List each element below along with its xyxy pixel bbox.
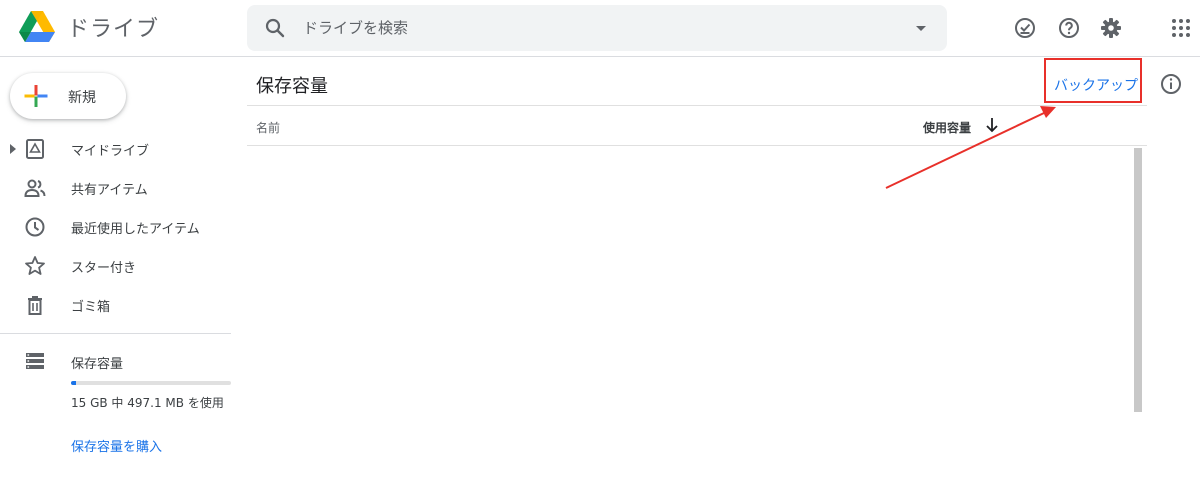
- new-button-label: 新規: [68, 90, 96, 106]
- help-icon[interactable]: [1057, 16, 1081, 40]
- sidebar-item-label: マイドライブ: [71, 144, 150, 159]
- expand-arrow-icon[interactable]: [9, 144, 17, 154]
- settings-gear-icon[interactable]: [1099, 16, 1123, 40]
- info-icon[interactable]: [1159, 72, 1183, 96]
- colorful-plus-icon: [24, 85, 48, 107]
- sidebar-item-starred[interactable]: スター付き: [0, 248, 231, 284]
- drive-logo-icon[interactable]: [18, 10, 56, 44]
- sidebar-item-label: 共有アイテム: [71, 183, 148, 198]
- people-icon: [24, 179, 46, 197]
- search-bar[interactable]: [247, 5, 947, 51]
- app-title[interactable]: ドライブ: [67, 11, 159, 43]
- sidebar-item-shared[interactable]: 共有アイテム: [0, 170, 231, 206]
- storage-icon: [26, 353, 44, 369]
- page-title: 保存容量: [256, 76, 328, 97]
- column-header-storage-used[interactable]: 使用容量: [923, 119, 971, 136]
- sidebar-item-my-drive[interactable]: マイドライブ: [0, 131, 231, 167]
- trash-icon: [28, 296, 42, 315]
- offline-ready-icon[interactable]: [1013, 16, 1037, 40]
- storage-usage-text: 15 GB 中 497.1 MB を使用: [71, 396, 224, 410]
- top-app-bar: ドライブ: [0, 0, 1200, 57]
- apps-grid-icon[interactable]: [1170, 17, 1192, 39]
- storage-label[interactable]: 保存容量: [71, 353, 123, 372]
- storage-usage-fill: [71, 381, 77, 385]
- my-drive-icon: [26, 139, 44, 159]
- scrollbar[interactable]: [1134, 148, 1142, 412]
- sort-descending-arrow-icon[interactable]: [983, 116, 1001, 134]
- storage-usage-bar: [71, 381, 231, 385]
- column-header-name[interactable]: 名前: [256, 119, 280, 136]
- buy-storage-link[interactable]: 保存容量を購入: [71, 436, 162, 455]
- new-button[interactable]: 新規: [10, 73, 126, 119]
- search-options-dropdown-icon[interactable]: [911, 18, 931, 38]
- star-icon: [25, 256, 45, 275]
- sidebar-item-recent[interactable]: 最近使用したアイテム: [0, 209, 231, 245]
- annotation-highlight-box: [1044, 58, 1142, 103]
- sidebar-item-trash[interactable]: ゴミ箱: [0, 287, 231, 323]
- sidebar-item-label: ゴミ箱: [71, 300, 111, 315]
- sidebar-divider: [0, 333, 231, 334]
- clock-icon: [25, 217, 45, 237]
- search-input[interactable]: [303, 13, 883, 43]
- title-divider: [247, 105, 1147, 106]
- search-icon[interactable]: [263, 16, 287, 40]
- file-list[interactable]: [247, 146, 1134, 412]
- sidebar-item-label: 最近使用したアイテム: [71, 222, 200, 237]
- sidebar-item-label: スター付き: [71, 261, 137, 276]
